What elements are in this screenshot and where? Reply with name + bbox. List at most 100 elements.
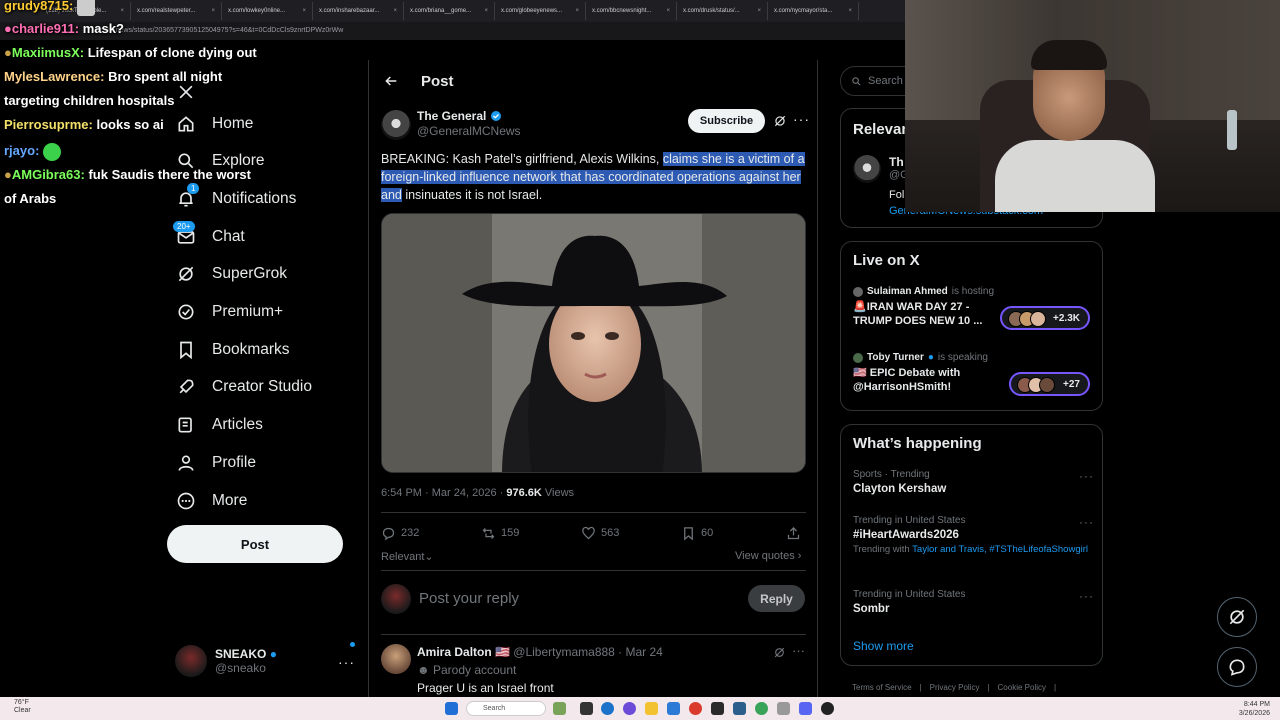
parody-label: ☻ Parody account xyxy=(417,663,516,677)
trend-item[interactable]: Sports · Trending Clayton Kershaw xyxy=(853,469,1093,495)
like-action[interactable]: 563 xyxy=(581,526,681,541)
author-name-row[interactable]: The General xyxy=(417,109,502,123)
browser-tab[interactable]: x.com/briana__gome... × xyxy=(404,2,495,20)
nav-item-chat[interactable]: Chat 20+ xyxy=(173,221,245,247)
app-icon[interactable] xyxy=(777,702,790,715)
tweet-actions: 232 159 563 60 xyxy=(381,523,806,543)
browser-tab[interactable]: x.com/nycmayor/sta... × xyxy=(768,2,859,20)
share-action[interactable] xyxy=(786,526,801,541)
divider xyxy=(381,512,806,513)
live-listeners-pill[interactable]: +2.3K xyxy=(1000,306,1090,330)
live-listeners-pill[interactable]: +27 xyxy=(1009,372,1090,396)
bookmark-action[interactable]: 60 xyxy=(681,526,786,541)
trend-item[interactable]: Trending in United States #iHeartAwards2… xyxy=(853,515,1093,556)
subscribe-button[interactable]: Subscribe xyxy=(688,109,765,133)
reply-button[interactable]: Reply xyxy=(748,585,805,612)
taskbar-search[interactable]: Search xyxy=(466,701,546,716)
close-icon[interactable]: × xyxy=(393,8,397,14)
chrome-alt-icon[interactable] xyxy=(755,702,768,715)
chat-text: of Arabs xyxy=(4,191,57,206)
weather-widget[interactable]: 76°F Clear xyxy=(14,699,31,715)
nav-item-notifications[interactable]: Notifications 1 xyxy=(176,183,296,209)
post-button[interactable]: Post xyxy=(167,525,343,563)
nav-item-profile[interactable]: Profile xyxy=(176,453,256,473)
reply-action[interactable]: 232 xyxy=(381,526,481,541)
verified-icon: ● xyxy=(269,647,277,661)
trend-sub-links[interactable]: Taylor and Travis, #TSTheLifeofaShowgirl xyxy=(912,544,1088,555)
chat-message-cont: targeting children hospitals xyxy=(4,89,174,113)
more-icon[interactable]: ··· xyxy=(1079,515,1094,529)
author-handle[interactable]: @GeneralMCNews xyxy=(417,124,521,138)
close-icon[interactable]: × xyxy=(120,8,124,14)
folder-icon[interactable] xyxy=(645,702,658,715)
parody-text: Parody account xyxy=(432,663,517,677)
grok-icon[interactable] xyxy=(773,114,787,128)
footer-link[interactable]: Cookie Policy xyxy=(998,683,1046,692)
sort-dropdown[interactable]: Relevant⌄ xyxy=(381,550,434,563)
back-arrow-icon[interactable] xyxy=(383,73,399,89)
reply-input[interactable]: Post your reply xyxy=(419,590,519,607)
nav-item-more[interactable]: More xyxy=(176,491,247,511)
steam-icon[interactable] xyxy=(733,702,746,715)
repost-action[interactable]: 159 xyxy=(481,526,581,541)
reply-text: Prager U is an Israel front xyxy=(417,681,554,695)
taskbar-clock[interactable]: 8:44 PM 3/26/2026 xyxy=(1236,700,1270,718)
more-icon[interactable]: ··· xyxy=(338,654,355,670)
show-more-link[interactable]: Show more xyxy=(853,639,914,653)
trend-item[interactable]: Trending in United States Sombr xyxy=(853,589,1093,615)
browser-tab[interactable]: x.com/lowkey0nline... × xyxy=(222,2,313,20)
widget-icon[interactable] xyxy=(553,702,566,715)
address-bar[interactable]: x.com/news/status/2036577390512504975?s=… xyxy=(0,22,905,40)
browser-tab[interactable]: x.com/drusk/status/... × xyxy=(677,2,768,20)
host-status: is hosting xyxy=(951,286,995,297)
browser-tab[interactable]: x.com/globeeyenews... × xyxy=(495,2,586,20)
nav-item-creator-studio[interactable]: Creator Studio xyxy=(176,377,312,397)
avatar xyxy=(853,155,881,183)
grok-icon[interactable] xyxy=(773,646,786,659)
browser-tab[interactable]: x.com/insharebazaar... × xyxy=(313,2,404,20)
messages-fab[interactable] xyxy=(1217,647,1257,687)
edge-icon[interactable] xyxy=(601,702,614,715)
nav-item-premium[interactable]: Premium+ xyxy=(176,302,283,322)
more-icon[interactable]: ··· xyxy=(1079,589,1094,603)
more-icon[interactable]: ··· xyxy=(792,643,805,658)
nav-item-supergrok[interactable]: SuperGrok xyxy=(176,264,287,284)
browser-tab[interactable]: x.com/bbcnewsnight... × xyxy=(586,2,677,20)
footer-link[interactable]: Privacy Policy xyxy=(930,683,980,692)
chrome-icon[interactable] xyxy=(689,702,702,715)
live-title: 🚨IRAN WAR DAY 27 - TRUMP DOES NEW 10 ... xyxy=(853,301,983,327)
footer-link[interactable]: Terms of Service xyxy=(852,683,912,692)
weather-desc: Clear xyxy=(14,707,31,714)
discord-icon[interactable] xyxy=(799,702,812,715)
account-switcher[interactable]: SNEAKO ● @sneako ··· xyxy=(175,642,355,677)
more-icon[interactable]: ··· xyxy=(793,111,810,127)
copilot-icon[interactable] xyxy=(623,702,636,715)
nav-item-bookmarks[interactable]: Bookmarks xyxy=(176,340,290,360)
close-icon[interactable]: × xyxy=(666,8,670,14)
sort-label: Relevant xyxy=(381,551,425,563)
chat-message: ●charlie911: mask? xyxy=(4,17,124,41)
card-title: What’s happening xyxy=(853,435,982,452)
close-icon[interactable]: × xyxy=(848,8,852,14)
start-icon[interactable] xyxy=(445,702,458,715)
close-icon[interactable]: × xyxy=(484,8,488,14)
close-icon[interactable]: × xyxy=(211,8,215,14)
grok-fab[interactable] xyxy=(1217,597,1257,637)
store-icon[interactable] xyxy=(667,702,680,715)
app-icon[interactable] xyxy=(711,702,724,715)
avatar[interactable] xyxy=(381,110,411,140)
emote-icon xyxy=(43,142,62,161)
close-icon[interactable]: × xyxy=(575,8,579,14)
browser-tab[interactable]: x.com/realstewpeter... × xyxy=(131,2,222,20)
view-quotes-link[interactable]: View quotes › xyxy=(735,550,801,562)
tweet-image[interactable] xyxy=(381,213,806,473)
nav-item-home[interactable]: Home xyxy=(176,114,253,134)
obs-icon[interactable] xyxy=(821,702,834,715)
nav-item-articles[interactable]: Articles xyxy=(176,415,263,435)
task-view-icon[interactable] xyxy=(580,702,593,715)
close-icon[interactable]: × xyxy=(302,8,306,14)
more-icon[interactable]: ··· xyxy=(1079,469,1094,483)
close-icon[interactable]: × xyxy=(757,8,761,14)
reply-tweet[interactable]: Amira Dalton 🇺🇸 @Libertymama888 · Mar 24… xyxy=(381,642,806,702)
avatar[interactable] xyxy=(381,644,411,674)
